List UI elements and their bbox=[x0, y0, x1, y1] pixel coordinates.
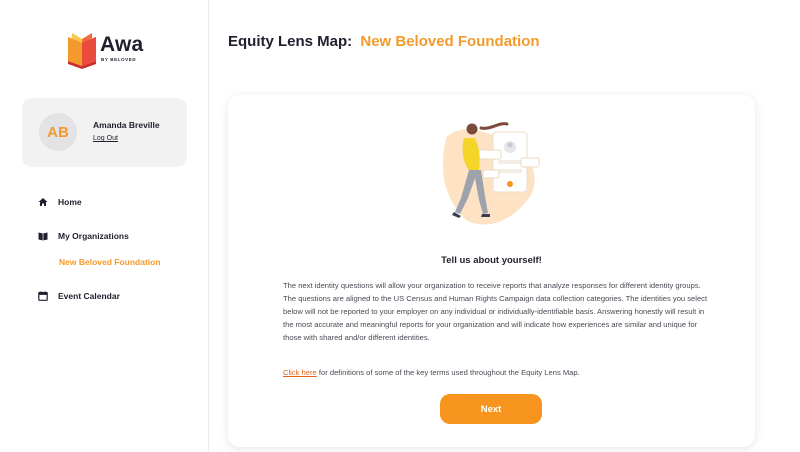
logout-link[interactable]: Log Out bbox=[93, 135, 118, 142]
logo-subtitle: BY BELOVED bbox=[101, 57, 137, 62]
nav-subitem-new-beloved-foundation[interactable]: New Beloved Foundation bbox=[59, 257, 161, 267]
nav-item-label: Home bbox=[58, 197, 82, 207]
user-name: Amanda Breville bbox=[93, 120, 160, 130]
book-icon bbox=[68, 33, 96, 69]
page-title-organization: New Beloved Foundation bbox=[360, 33, 540, 50]
logo-wordmark: Awa bbox=[100, 33, 144, 56]
sidebar: Awa BY BELOVED AB Amanda Breville Log Ou… bbox=[0, 0, 209, 452]
user-card: AB Amanda Breville Log Out bbox=[22, 98, 187, 167]
calendar-icon bbox=[38, 291, 48, 301]
avatar: AB bbox=[39, 113, 77, 151]
nav-item-label: My Organizations bbox=[58, 231, 129, 241]
next-button[interactable]: Next bbox=[440, 394, 542, 424]
definitions-line: Click here for definitions of some of th… bbox=[283, 368, 713, 377]
intro-card: Tell us about yourself! The next identit… bbox=[228, 95, 755, 447]
nav-item-event-calendar[interactable]: Event Calendar bbox=[38, 291, 120, 301]
nav-item-my-organizations[interactable]: My Organizations bbox=[38, 231, 129, 241]
book-icon bbox=[38, 232, 48, 241]
definitions-link[interactable]: Click here bbox=[283, 368, 317, 377]
awa-logo[interactable]: Awa BY BELOVED bbox=[66, 33, 156, 69]
nav-item-home[interactable]: Home bbox=[38, 197, 82, 207]
home-icon bbox=[38, 198, 48, 206]
page-title-prefix: Equity Lens Map: bbox=[228, 33, 353, 50]
nav-item-label: Event Calendar bbox=[58, 291, 120, 301]
card-description: The next identity questions will allow y… bbox=[283, 281, 708, 342]
page-title: Equity Lens Map: New Beloved Foundation bbox=[228, 33, 540, 50]
person-with-profile-illustration bbox=[442, 122, 540, 225]
card-heading: Tell us about yourself! bbox=[441, 255, 542, 266]
definitions-text: for definitions of some of the key terms… bbox=[316, 368, 580, 377]
